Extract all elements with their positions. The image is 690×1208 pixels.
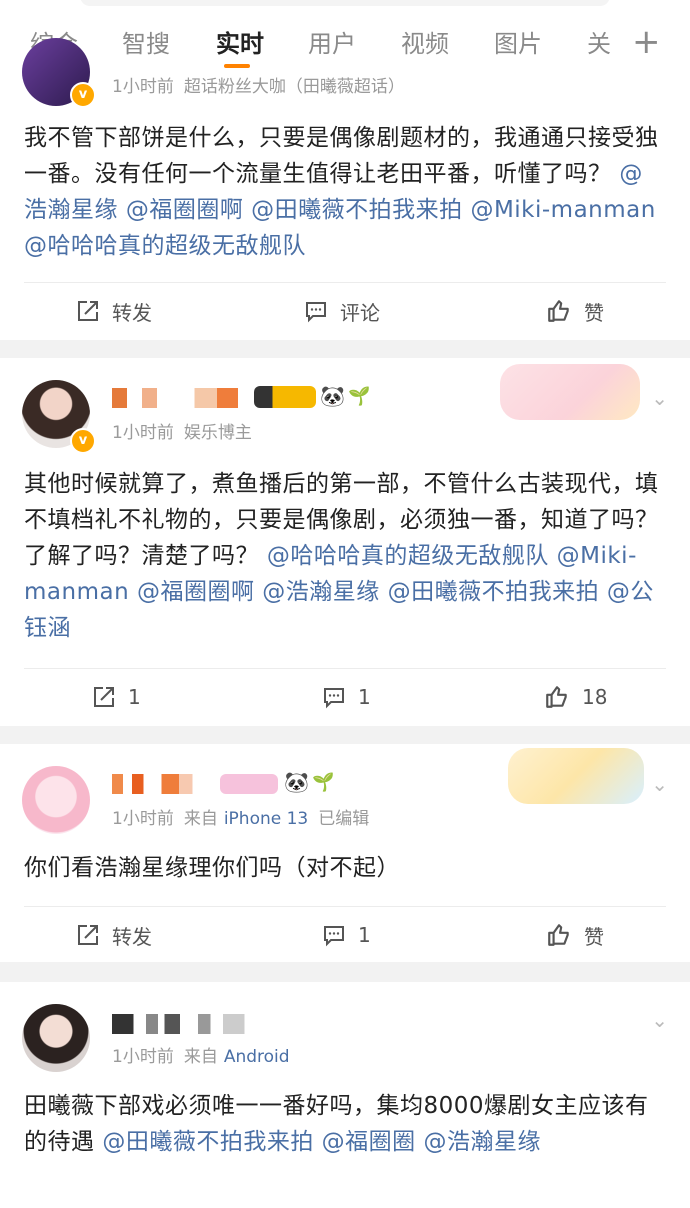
post-time: 1小时前 xyxy=(112,423,174,443)
decoration-card-icon xyxy=(508,748,644,804)
like-button[interactable]: 赞 xyxy=(546,920,604,950)
mention-link[interactable]: @福圈圈啊 xyxy=(137,579,255,605)
mention-link[interactable]: @田曦薇不拍我来拍 xyxy=(388,579,600,605)
post-meta: 1小时前 来自 Android xyxy=(112,1046,290,1068)
repost-button[interactable]: 转发 xyxy=(76,296,152,326)
chevron-down-icon[interactable]: ⌄ xyxy=(651,1008,668,1032)
divider xyxy=(24,906,666,907)
tab-videos[interactable]: 视频 xyxy=(401,28,449,60)
blurred-username[interactable] xyxy=(112,774,224,794)
post-source: 娱乐博主 xyxy=(183,423,252,443)
add-tab-icon[interactable]: + xyxy=(632,24,661,60)
post-text: 你们看浩瀚星缘理你们吗（对不起） xyxy=(24,855,400,881)
chevron-down-icon[interactable]: ⌄ xyxy=(651,772,668,796)
verified-badge-icon: v xyxy=(70,82,96,108)
divider xyxy=(24,282,666,283)
edited-label: 已编辑 xyxy=(318,809,370,829)
top-tab-bar: 综合 智搜 实时 用户 视频 图片 关 + xyxy=(0,0,690,70)
active-tab-indicator xyxy=(224,64,250,68)
comment-icon xyxy=(306,302,326,323)
mention-link[interactable]: @福圈圈啊 xyxy=(126,197,244,223)
post-card: 🐼 🌱 ⌄ 1小时前 来自 iPhone 13 已编辑 你们看浩瀚星缘理你们吗（对不起… xyxy=(0,744,690,962)
like-button[interactable]: 赞 xyxy=(546,296,604,326)
post-card: ⌄ 1小时前 来自 Android 田曦薇下部戏必须唯一一番好吗，集均8000爆剧女… xyxy=(0,982,690,1208)
comment-button[interactable]: 1 xyxy=(322,920,371,950)
verified-badge-icon: v xyxy=(70,428,96,454)
post-source[interactable]: 超话粉丝大咖（田曦薇超话） xyxy=(184,77,405,97)
avatar[interactable] xyxy=(22,1004,90,1072)
blurred-username[interactable] xyxy=(112,388,262,408)
tab-smart-search[interactable]: 智搜 xyxy=(122,28,170,60)
mention-link[interactable]: @田曦薇不拍我来拍 xyxy=(251,197,463,223)
tab-users[interactable]: 用户 xyxy=(308,28,356,60)
post-card: v 1小时前 超话粉丝大咖（田曦薇超话） 我不管下部饼是什么，只要是偶像剧题材的，… xyxy=(0,38,690,340)
member-badge-icon xyxy=(220,774,278,794)
like-button[interactable]: 18 xyxy=(544,682,607,712)
post-text: 我不管下部饼是什么，只要是偶像剧题材的，我通通只接受独一番。没有任何一个流量生值… xyxy=(24,125,659,259)
comment-icon xyxy=(324,926,344,947)
post-time: 1小时前 xyxy=(112,1047,174,1067)
repost-icon xyxy=(78,925,98,945)
device-link[interactable]: Android xyxy=(224,1047,290,1067)
chevron-down-icon[interactable]: ⌄ xyxy=(651,386,668,410)
thumb-up-icon xyxy=(548,300,569,322)
comment-icon xyxy=(324,688,344,709)
repost-icon xyxy=(94,687,114,707)
post-card: v 🐼 🌱 ⌄ 1小时前 娱乐博主 其他时候就算了，煮鱼播后的第一部，不管什么古装… xyxy=(0,358,690,726)
mention-link[interactable]: @浩瀚星缘 xyxy=(262,579,380,605)
sprout-icon: 🌱 xyxy=(312,772,335,793)
mention-link[interactable]: @哈哈哈真的超级无敌舰队 xyxy=(267,543,549,569)
panda-icon: 🐼 xyxy=(320,384,345,408)
mention-link[interactable]: @Miki-manman xyxy=(470,197,655,223)
avatar[interactable] xyxy=(22,766,90,834)
divider xyxy=(24,668,666,669)
post-source: 来自 xyxy=(183,1047,218,1067)
repost-button[interactable]: 1 xyxy=(92,682,141,712)
mention-link[interactable]: @田曦薇不拍我来拍 xyxy=(102,1129,314,1155)
sprout-icon: 🌱 xyxy=(348,386,371,407)
decoration-card-icon xyxy=(500,364,640,420)
post-time: 1小时前 xyxy=(112,77,174,97)
post-text: 其他时候就算了，煮鱼播后的第一部，不管什么古装现代，填不填档礼不礼物的，只要是偶… xyxy=(24,471,659,641)
thumb-up-icon xyxy=(546,686,567,708)
comment-button[interactable]: 1 xyxy=(322,682,371,712)
device-link[interactable]: iPhone 13 xyxy=(224,809,308,829)
mention-link[interactable]: @福圈圈 xyxy=(322,1129,416,1155)
comment-button[interactable]: 评论 xyxy=(304,296,380,326)
post-text: 田曦薇下部戏必须唯一一番好吗，集均8000爆剧女主应该有的待遇 @田曦薇不拍我来… xyxy=(24,1093,649,1155)
repost-button[interactable]: 转发 xyxy=(76,920,152,950)
post-meta: 1小时前 超话粉丝大咖（田曦薇超话） xyxy=(112,76,405,98)
tab-more[interactable]: 关 xyxy=(587,28,611,60)
post-time: 1小时前 xyxy=(112,809,174,829)
thumb-up-icon xyxy=(548,924,569,946)
tab-images[interactable]: 图片 xyxy=(494,28,542,60)
post-meta: 1小时前 娱乐博主 xyxy=(112,422,252,444)
search-bar-edge[interactable] xyxy=(80,0,610,6)
post-meta: 1小时前 来自 iPhone 13 已编辑 xyxy=(112,808,369,830)
repost-icon xyxy=(78,301,98,321)
mention-link[interactable]: @哈哈哈真的超级无敌舰队 xyxy=(24,233,306,259)
post-source: 来自 xyxy=(183,809,218,829)
tab-realtime[interactable]: 实时 xyxy=(216,28,264,60)
level-badge-icon xyxy=(254,386,316,408)
panda-icon: 🐼 xyxy=(284,770,309,794)
blurred-username[interactable] xyxy=(112,1014,266,1034)
mention-link[interactable]: @浩瀚星缘 xyxy=(423,1129,541,1155)
